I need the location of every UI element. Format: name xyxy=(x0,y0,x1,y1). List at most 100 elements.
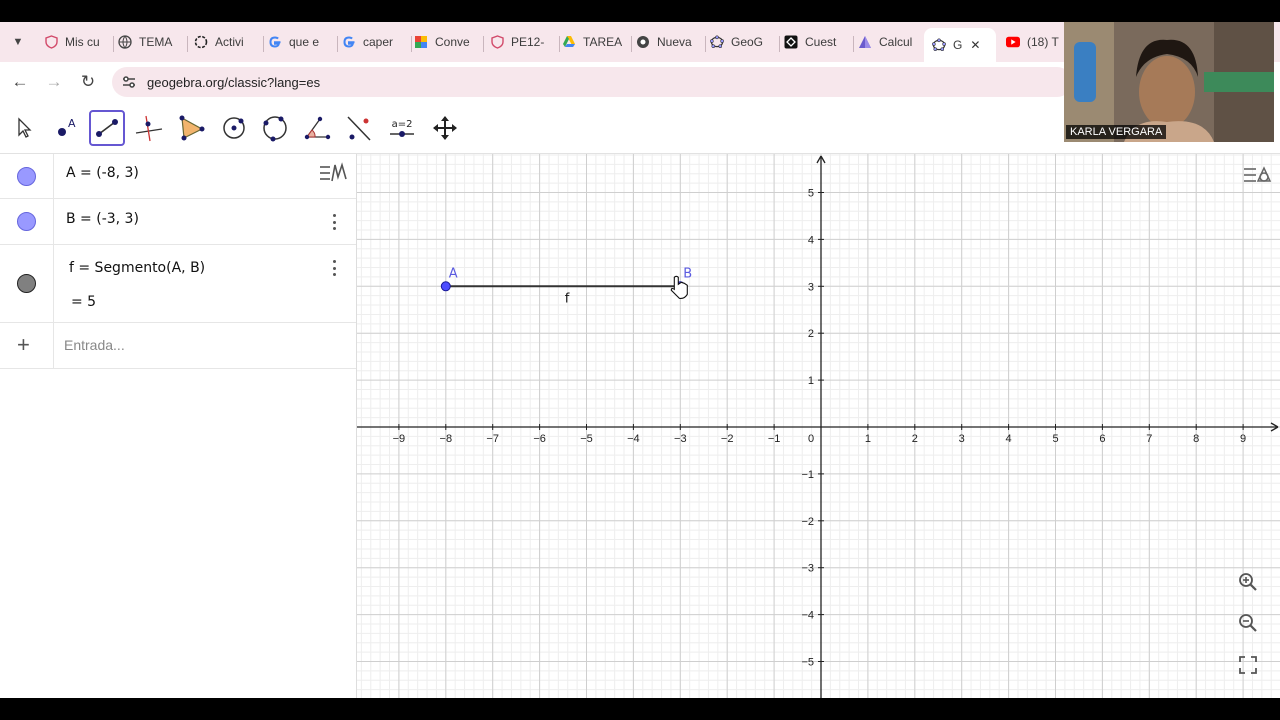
algebra-marble-column xyxy=(0,245,54,322)
circle-three-points-tool-button[interactable] xyxy=(257,110,293,146)
back-button[interactable]: ← xyxy=(8,70,32,94)
move-tool-button[interactable] xyxy=(6,110,42,146)
triangle-icon xyxy=(858,35,872,49)
slider-tool-button[interactable]: a=2 xyxy=(384,110,420,146)
algebra-definition[interactable]: B = (-3, 3) xyxy=(66,211,139,227)
circle-icon xyxy=(223,117,245,139)
shield-icon xyxy=(490,35,504,49)
point-a[interactable] xyxy=(440,281,451,292)
browser-tab-label: GeoG xyxy=(731,35,764,49)
circle-tool-button[interactable] xyxy=(216,110,252,146)
x-tick-label: −6 xyxy=(533,433,546,445)
browser-tab-label: Nueva xyxy=(657,35,692,49)
segment-tool-button[interactable] xyxy=(89,110,125,146)
x-tick-label: 7 xyxy=(1146,433,1152,445)
browser-tab[interactable]: TAREA xyxy=(562,26,622,58)
polygon-tool-button[interactable] xyxy=(173,110,209,146)
browser-tab[interactable]: Calcul xyxy=(858,26,918,58)
slider-tool-label: a=2 xyxy=(391,118,413,130)
browser-tab[interactable]: PE12- xyxy=(490,26,550,58)
browser-tab-label: Mis cu xyxy=(65,35,100,49)
visibility-marble-icon[interactable] xyxy=(17,212,36,231)
algebra-row-segment-f[interactable]: f = Segmento(A, B) = 5 xyxy=(0,245,356,323)
browser-tab[interactable]: caper xyxy=(342,26,402,58)
coordinate-plane[interactable]: −9 −8 −7 −6 −5 −4 −3 −2 −1 0 1 2 3 4 5 6 7 8 9 5 4 3 2 1 −1 −2 −3 −… xyxy=(357,154,1280,698)
segment-icon xyxy=(96,119,118,137)
browser-tab[interactable]: Mis cu xyxy=(44,26,104,58)
tab-separator xyxy=(779,36,780,52)
close-tab-icon[interactable]: ✕ xyxy=(970,38,980,52)
tab-separator xyxy=(263,36,264,52)
google-icon xyxy=(342,35,356,49)
webcam-video xyxy=(1064,22,1274,142)
browser-tab-label: que e xyxy=(289,35,320,49)
site-settings-icon[interactable] xyxy=(122,75,136,94)
browser-tab[interactable]: TEMA xyxy=(118,26,178,58)
x-tick-label: −5 xyxy=(580,433,593,445)
reload-button[interactable]: ↻ xyxy=(76,70,100,94)
drive-icon xyxy=(562,35,576,49)
algebra-input-row[interactable]: + Entrada... xyxy=(0,323,356,369)
move-arrows-icon xyxy=(433,116,457,140)
browser-tab-label: caper xyxy=(363,35,394,49)
geogebra-icon xyxy=(932,38,946,52)
algebra-menu-icon[interactable] xyxy=(318,161,350,190)
reflect-tool-button[interactable] xyxy=(341,110,377,146)
y-tick-label: 4 xyxy=(808,234,814,246)
browser-tab-label: Conve xyxy=(435,35,470,49)
algebra-row-point-b[interactable]: B = (-3, 3) xyxy=(0,199,356,245)
y-tick-label: 1 xyxy=(808,375,814,387)
segment-label: f xyxy=(565,291,570,306)
y-tick-label: −2 xyxy=(801,516,814,528)
zoom-out-icon[interactable] xyxy=(1233,608,1263,638)
more-options-icon[interactable] xyxy=(332,214,336,230)
x-tick-label: 1 xyxy=(865,433,871,445)
algebra-marble-column xyxy=(0,199,54,244)
chrome-icon xyxy=(636,35,650,49)
browser-tab[interactable]: Activi xyxy=(194,26,254,58)
slider-icon xyxy=(390,130,414,137)
globe-icon xyxy=(118,35,132,49)
algebra-view: A = (-8, 3) B = (-3, 3) f = Segmento(A, … xyxy=(0,154,357,698)
browser-tab[interactable]: (18) T xyxy=(1006,26,1062,58)
x-tick-label: 5 xyxy=(1052,433,1058,445)
browser-tab[interactable]: Conve xyxy=(414,26,474,58)
graphics-view[interactable]: −9 −8 −7 −6 −5 −4 −3 −2 −1 0 1 2 3 4 5 6 7 8 9 5 4 3 2 1 −1 −2 −3 −… xyxy=(357,154,1280,698)
x-tick-label: −4 xyxy=(627,433,640,445)
more-options-icon[interactable] xyxy=(332,260,336,276)
tab-separator xyxy=(631,36,632,52)
browser-tab[interactable]: que e xyxy=(268,26,328,58)
point-icon: A xyxy=(58,117,76,136)
algebra-input-field[interactable]: Entrada... xyxy=(64,337,125,353)
plus-icon[interactable]: + xyxy=(17,334,30,356)
x-tick-label: −9 xyxy=(393,433,406,445)
algebra-marble-column xyxy=(0,154,54,198)
forward-button[interactable]: → xyxy=(42,70,66,94)
browser-tab[interactable]: G ✕ xyxy=(924,28,996,62)
visibility-marble-icon[interactable] xyxy=(17,274,36,293)
browser-tab[interactable]: Cuest xyxy=(784,26,844,58)
browser-tab[interactable]: GeoG xyxy=(710,26,770,58)
algebra-definition[interactable]: A = (-8, 3) xyxy=(66,165,139,181)
url-field[interactable]: geogebra.org/classic?lang=es xyxy=(112,67,1072,97)
visibility-marble-icon[interactable] xyxy=(17,167,36,186)
browser-tab-label: Cuest xyxy=(805,35,837,49)
algebra-definition[interactable]: f = Segmento(A, B) xyxy=(69,260,205,276)
x-tick-label: −8 xyxy=(440,433,453,445)
move-view-tool-button[interactable] xyxy=(427,110,463,146)
screen-top-border xyxy=(0,0,1280,22)
browser-tab-label: TEMA xyxy=(139,35,173,49)
browser-tab[interactable]: Nueva xyxy=(636,26,696,58)
graphics-style-bar-icon[interactable] xyxy=(1242,160,1272,190)
tab-search-chevron-icon[interactable]: ▼ xyxy=(6,30,30,54)
tab-separator xyxy=(337,36,338,52)
fullscreen-icon[interactable] xyxy=(1233,650,1263,680)
y-tick-label: −5 xyxy=(801,657,814,669)
point-tool-button[interactable]: A xyxy=(48,110,84,146)
algebra-row-point-a[interactable]: A = (-8, 3) xyxy=(0,154,356,199)
zoom-in-icon[interactable] xyxy=(1233,567,1263,597)
perpendicular-tool-button[interactable] xyxy=(131,110,167,146)
polygon-icon xyxy=(179,115,205,141)
tab-separator xyxy=(411,36,412,52)
angle-tool-button[interactable] xyxy=(299,110,335,146)
